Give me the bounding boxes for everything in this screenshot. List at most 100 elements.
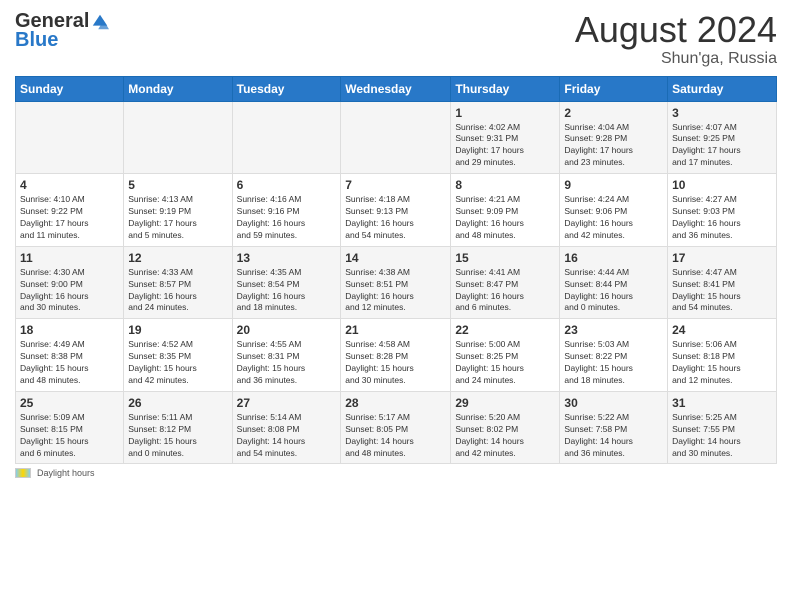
calendar-day-cell: 21 Sunrise: 4:58 AM Sunset: 8:28 PM Dayli… xyxy=(341,319,451,392)
day-number: 1 xyxy=(455,106,555,120)
title-section: August 2024 Shun'ga, Russia xyxy=(575,10,777,68)
day-info: Sunrise: 4:41 AM Sunset: 8:47 PM Dayligh… xyxy=(455,267,555,315)
day-info: Sunrise: 4:04 AM Sunset: 9:28 PM Dayligh… xyxy=(564,122,663,170)
day-info: Sunrise: 4:21 AM Sunset: 9:09 PM Dayligh… xyxy=(455,194,555,242)
location-title: Shun'ga, Russia xyxy=(575,50,777,68)
calendar-day-cell: 12Sunrise: 4:33 AM Sunset: 8:57 PM Dayli… xyxy=(124,246,232,319)
calendar-day-cell: 5 Sunrise: 4:13 AM Sunset: 9:19 PM Daylig… xyxy=(124,174,232,247)
calendar-day-cell: 1 Sunrise: 4:02 AM Sunset: 9:31 PM Daylig… xyxy=(451,101,560,174)
day-number: 18 xyxy=(20,323,119,337)
calendar-day-cell: 23Sunrise: 5:03 AM Sunset: 8:22 PM Dayli… xyxy=(560,319,668,392)
day-info: Sunrise: 4:07 AM Sunset: 9:25 PM Dayligh… xyxy=(672,122,772,170)
day-info: Sunrise: 4:10 AM Sunset: 9:22 PM Dayligh… xyxy=(20,194,119,242)
day-info: Sunrise: 4:02 AM Sunset: 9:31 PM Dayligh… xyxy=(455,122,555,170)
day-number: 14 xyxy=(345,251,446,265)
day-info: Sunrise: 5:11 AM Sunset: 8:12 PM Dayligh… xyxy=(128,412,227,460)
day-number: 27 xyxy=(237,396,337,410)
calendar-day-cell: 30Sunrise: 5:22 AM Sunset: 7:58 PM Dayli… xyxy=(560,391,668,464)
calendar-day-cell: 16 Sunrise: 4:44 AM Sunset: 8:44 PM Dayli… xyxy=(560,246,668,319)
day-info: Sunrise: 4:47 AM Sunset: 8:41 PM Dayligh… xyxy=(672,267,772,315)
day-number: 15 xyxy=(455,251,555,265)
calendar-day-cell: 26 Sunrise: 5:11 AM Sunset: 8:12 PM Dayli… xyxy=(124,391,232,464)
calendar-day-cell: 8 Sunrise: 4:21 AM Sunset: 9:09 PM Daylig… xyxy=(451,174,560,247)
calendar-day-cell: 17 Sunrise: 4:47 AM Sunset: 8:41 PM Dayli… xyxy=(668,246,777,319)
logo: General Blue xyxy=(15,10,109,52)
calendar-header-sunday: Sunday xyxy=(16,76,124,101)
logo-blue: Blue xyxy=(15,29,58,52)
day-number: 26 xyxy=(128,396,227,410)
calendar-header-row: SundayMondayTuesdayWednesdayThursdayFrid… xyxy=(16,76,777,101)
calendar-day-cell xyxy=(341,101,451,174)
day-info: Sunrise: 5:09 AM Sunset: 8:15 PM Dayligh… xyxy=(20,412,119,460)
day-number: 4 xyxy=(20,178,119,192)
day-info: Sunrise: 4:58 AM Sunset: 8:28 PM Dayligh… xyxy=(345,339,446,387)
calendar-week-row: 4 Sunrise: 4:10 AM Sunset: 9:22 PM Daylig… xyxy=(16,174,777,247)
calendar-day-cell: 7Sunrise: 4:18 AM Sunset: 9:13 PM Daylig… xyxy=(341,174,451,247)
day-info: Sunrise: 5:00 AM Sunset: 8:25 PM Dayligh… xyxy=(455,339,555,387)
calendar-day-cell: 13Sunrise: 4:35 AM Sunset: 8:54 PM Dayli… xyxy=(232,246,341,319)
daylight-swatch xyxy=(15,468,31,478)
day-info: Sunrise: 4:33 AM Sunset: 8:57 PM Dayligh… xyxy=(128,267,227,315)
day-info: Sunrise: 4:44 AM Sunset: 8:44 PM Dayligh… xyxy=(564,267,663,315)
day-number: 3 xyxy=(672,106,772,120)
day-info: Sunrise: 4:18 AM Sunset: 9:13 PM Dayligh… xyxy=(345,194,446,242)
calendar-day-cell: 22Sunrise: 5:00 AM Sunset: 8:25 PM Dayli… xyxy=(451,319,560,392)
day-number: 24 xyxy=(672,323,772,337)
day-number: 13 xyxy=(237,251,337,265)
day-info: Sunrise: 4:13 AM Sunset: 9:19 PM Dayligh… xyxy=(128,194,227,242)
calendar-header-tuesday: Tuesday xyxy=(232,76,341,101)
calendar-day-cell xyxy=(16,101,124,174)
day-info: Sunrise: 5:14 AM Sunset: 8:08 PM Dayligh… xyxy=(237,412,337,460)
calendar-header-monday: Monday xyxy=(124,76,232,101)
day-number: 23 xyxy=(564,323,663,337)
day-info: Sunrise: 4:24 AM Sunset: 9:06 PM Dayligh… xyxy=(564,194,663,242)
calendar-day-cell: 11Sunrise: 4:30 AM Sunset: 9:00 PM Dayli… xyxy=(16,246,124,319)
header: General Blue August 2024 Shun'ga, Russia xyxy=(15,10,777,68)
calendar-day-cell: 27 Sunrise: 5:14 AM Sunset: 8:08 PM Dayli… xyxy=(232,391,341,464)
calendar-day-cell xyxy=(124,101,232,174)
calendar-day-cell: 3 Sunrise: 4:07 AM Sunset: 9:25 PM Daylig… xyxy=(668,101,777,174)
calendar-table: SundayMondayTuesdayWednesdayThursdayFrid… xyxy=(15,76,777,465)
day-number: 10 xyxy=(672,178,772,192)
calendar-day-cell: 10 Sunrise: 4:27 AM Sunset: 9:03 PM Dayli… xyxy=(668,174,777,247)
day-info: Sunrise: 5:06 AM Sunset: 8:18 PM Dayligh… xyxy=(672,339,772,387)
calendar-day-cell: 6Sunrise: 4:16 AM Sunset: 9:16 PM Daylig… xyxy=(232,174,341,247)
day-info: Sunrise: 4:52 AM Sunset: 8:35 PM Dayligh… xyxy=(128,339,227,387)
calendar-header-saturday: Saturday xyxy=(668,76,777,101)
day-number: 31 xyxy=(672,396,772,410)
page: General Blue August 2024 Shun'ga, Russia… xyxy=(0,0,792,612)
day-info: Sunrise: 5:25 AM Sunset: 7:55 PM Dayligh… xyxy=(672,412,772,460)
calendar-header-thursday: Thursday xyxy=(451,76,560,101)
day-info: Sunrise: 4:27 AM Sunset: 9:03 PM Dayligh… xyxy=(672,194,772,242)
month-year-title: August 2024 xyxy=(575,10,777,50)
day-number: 19 xyxy=(128,323,227,337)
calendar-day-cell: 20Sunrise: 4:55 AM Sunset: 8:31 PM Dayli… xyxy=(232,319,341,392)
calendar-week-row: 11Sunrise: 4:30 AM Sunset: 9:00 PM Dayli… xyxy=(16,246,777,319)
calendar-day-cell: 18 Sunrise: 4:49 AM Sunset: 8:38 PM Dayli… xyxy=(16,319,124,392)
day-number: 2 xyxy=(564,106,663,120)
day-info: Sunrise: 4:38 AM Sunset: 8:51 PM Dayligh… xyxy=(345,267,446,315)
calendar-day-cell: 14 Sunrise: 4:38 AM Sunset: 8:51 PM Dayli… xyxy=(341,246,451,319)
day-info: Sunrise: 4:16 AM Sunset: 9:16 PM Dayligh… xyxy=(237,194,337,242)
calendar-week-row: 18 Sunrise: 4:49 AM Sunset: 8:38 PM Dayli… xyxy=(16,319,777,392)
calendar-week-row: 25Sunrise: 5:09 AM Sunset: 8:15 PM Dayli… xyxy=(16,391,777,464)
calendar-day-cell xyxy=(232,101,341,174)
day-number: 16 xyxy=(564,251,663,265)
calendar-day-cell: 4 Sunrise: 4:10 AM Sunset: 9:22 PM Daylig… xyxy=(16,174,124,247)
day-info: Sunrise: 5:22 AM Sunset: 7:58 PM Dayligh… xyxy=(564,412,663,460)
footer: Daylight hours xyxy=(15,468,777,478)
day-number: 9 xyxy=(564,178,663,192)
day-number: 21 xyxy=(345,323,446,337)
calendar-day-cell: 2 Sunrise: 4:04 AM Sunset: 9:28 PM Daylig… xyxy=(560,101,668,174)
day-number: 20 xyxy=(237,323,337,337)
day-number: 29 xyxy=(455,396,555,410)
calendar-day-cell: 29 Sunrise: 5:20 AM Sunset: 8:02 PM Dayli… xyxy=(451,391,560,464)
calendar-day-cell: 15 Sunrise: 4:41 AM Sunset: 8:47 PM Dayli… xyxy=(451,246,560,319)
logo-icon xyxy=(91,13,109,31)
day-number: 8 xyxy=(455,178,555,192)
day-info: Sunrise: 4:49 AM Sunset: 8:38 PM Dayligh… xyxy=(20,339,119,387)
day-info: Sunrise: 5:20 AM Sunset: 8:02 PM Dayligh… xyxy=(455,412,555,460)
calendar-header-wednesday: Wednesday xyxy=(341,76,451,101)
day-number: 5 xyxy=(128,178,227,192)
day-number: 17 xyxy=(672,251,772,265)
